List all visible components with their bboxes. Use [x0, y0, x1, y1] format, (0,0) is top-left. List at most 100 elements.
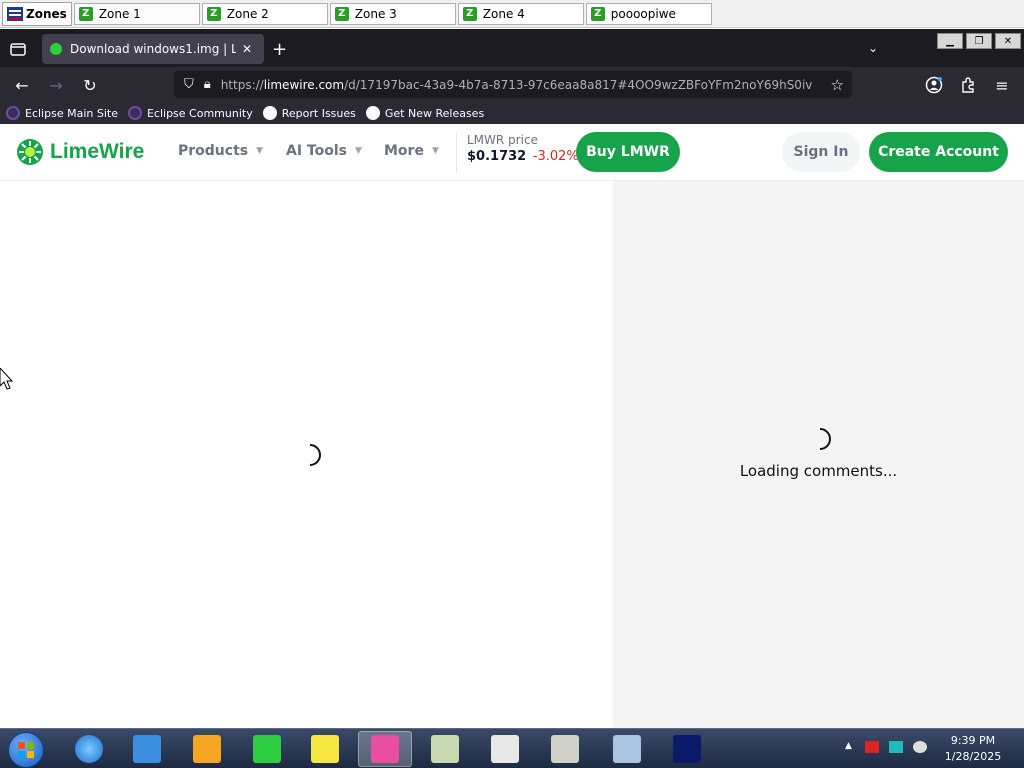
taskbar-app-window[interactable]: [478, 731, 532, 767]
tab-overview-icon[interactable]: [8, 39, 28, 59]
reload-icon[interactable]: ↻: [78, 73, 102, 97]
price-change: -3.02%: [532, 149, 579, 164]
close-tab-icon[interactable]: ✕: [242, 42, 252, 56]
browser-app-icon: [371, 735, 399, 763]
nav-ai-tools[interactable]: AI Tools ▼: [286, 143, 362, 159]
limewire-logo-icon: [17, 139, 43, 165]
menu-hamburger-icon[interactable]: ≡: [990, 73, 1014, 97]
bookmark-get-new-releases[interactable]: Get New Releases: [365, 106, 485, 120]
pencil-app-icon: [311, 735, 339, 763]
bookmark-eclipse-community[interactable]: Eclipse Community: [127, 106, 253, 120]
taskbar-clock[interactable]: 9:39 PM 1/28/2025: [940, 733, 1006, 765]
music-app-icon: [431, 735, 459, 763]
close-window-button[interactable]: ✕: [995, 33, 1021, 49]
zone-tab-1[interactable]: Z Zone 1: [73, 2, 200, 25]
taskbar-firefox-active[interactable]: [358, 731, 412, 767]
start-button[interactable]: [8, 732, 44, 768]
taskbar-app-arrow[interactable]: [660, 731, 714, 767]
taskbar-app-printer[interactable]: [538, 731, 592, 767]
list-tabs-chevron-icon[interactable]: ⌄: [868, 41, 878, 55]
create-account-button[interactable]: Create Account: [869, 132, 1008, 172]
bookmark-report-issues[interactable]: Report Issues: [262, 106, 356, 120]
zone-icon: Z: [462, 6, 477, 21]
zone-tab-label: Zone 3: [354, 6, 397, 21]
url-bar[interactable]: ⛉ 🔒︎ https://limewire.com/d/17197bac-43a…: [174, 71, 852, 98]
bookmark-eclipse-main[interactable]: Eclipse Main Site: [6, 106, 118, 120]
nav-more[interactable]: More ▼: [384, 143, 439, 159]
zones-icon: [7, 6, 23, 21]
bookmarks-toolbar: Eclipse Main Site Eclipse Community Repo…: [0, 102, 1024, 124]
site-header: LimeWire Products ▼ AI Tools ▼ More ▼ LMWR …: [0, 124, 1024, 181]
nav-products[interactable]: Products ▼: [178, 143, 263, 159]
tab-title: Download windows1.img | LimeWire: [70, 42, 236, 56]
taskbar-file-explorer[interactable]: [120, 731, 174, 767]
bookmark-label: Eclipse Main Site: [25, 106, 118, 120]
computer-app-icon: [613, 735, 641, 763]
restore-button[interactable]: ❐: [966, 33, 992, 49]
sign-in-button[interactable]: Sign In: [782, 132, 860, 172]
window-app-icon: [491, 735, 519, 763]
nav-label: AI Tools: [286, 143, 347, 159]
taskbar-app-edit[interactable]: [298, 731, 352, 767]
zone-tab-label: poooopiwe: [610, 6, 676, 21]
minimize-button[interactable]: ▁: [937, 33, 963, 49]
zone-icon: Z: [334, 6, 349, 21]
zone-tab-label: Zone 4: [482, 6, 525, 21]
loading-comments-text: Loading comments...: [739, 462, 898, 480]
clock-date: 1/28/2025: [944, 750, 1002, 763]
extensions-icon[interactable]: [956, 73, 980, 97]
github-icon: [262, 106, 277, 120]
url-text: https://limewire.com/d/17197bac-43a9-4b7…: [220, 77, 813, 92]
volume-icon[interactable]: [913, 741, 927, 753]
show-hidden-icons-icon[interactable]: ▲: [845, 741, 855, 753]
taskbar-media-player[interactable]: [180, 731, 234, 767]
price-label: LMWR price: [467, 133, 538, 147]
limewire-favicon-icon: [50, 43, 62, 55]
forward-arrow-icon[interactable]: →: [44, 73, 68, 97]
windows-taskbar: ▲ 9:39 PM 1/28/2025: [0, 728, 1024, 768]
eclipse-icon: [6, 106, 20, 120]
taskbar-app-music[interactable]: [418, 731, 472, 767]
shield-icon[interactable]: ⛉: [184, 77, 194, 92]
network-icon[interactable]: [889, 741, 903, 753]
chevron-down-icon: ▼: [256, 146, 264, 156]
nav-label: Products: [178, 143, 249, 159]
back-arrow-icon[interactable]: ←: [10, 73, 34, 97]
bookmark-star-icon[interactable]: ☆: [831, 76, 844, 94]
new-tab-button[interactable]: +: [272, 39, 287, 60]
zone-tab-2[interactable]: Z Zone 2: [201, 2, 328, 25]
account-icon[interactable]: [922, 73, 946, 97]
loading-spinner-icon: [309, 444, 321, 466]
price-value: $0.1732: [467, 149, 527, 164]
bookmark-label: Get New Releases: [384, 106, 485, 120]
windows-logo-icon: [18, 742, 34, 758]
zone-tab-label: Zone 2: [226, 6, 269, 21]
taskbar-app-xff[interactable]: [240, 731, 294, 767]
browser-navbar: ← → ↻ ⛉ 🔒︎ https://limewire.com/d/17197b…: [0, 67, 1024, 102]
zones-toolbar: Zones Z Zone 1 Z Zone 2 Z Zone 3 Z Zone 4 Zp…: [0, 0, 1024, 28]
zone-tab-4[interactable]: Z Zone 4: [457, 2, 584, 25]
zone-tab-5[interactable]: Zpoooopiwe: [585, 2, 712, 25]
arrow-app-icon: [673, 735, 701, 763]
lmwr-price-widget: LMWR price $0.1732 -3.02%: [456, 133, 579, 173]
zone-icon: Z: [78, 6, 93, 21]
buy-lmwr-button[interactable]: Buy LMWR: [576, 132, 680, 172]
zone-tab-3[interactable]: Z Zone 3: [329, 2, 456, 25]
bookmark-label: Eclipse Community: [146, 106, 253, 120]
lock-icon[interactable]: 🔒︎: [204, 77, 211, 92]
flag-icon[interactable]: [865, 741, 879, 753]
zone-icon: Z: [590, 6, 605, 21]
browser-tab-active[interactable]: Download windows1.img | LimeWire ✕: [42, 34, 264, 64]
internet-explorer-icon: [75, 735, 103, 763]
media-player-icon: [193, 735, 221, 763]
file-preview-pane: [0, 181, 613, 728]
chevron-down-icon: ▼: [354, 146, 362, 156]
taskbar-internet-explorer[interactable]: [62, 731, 116, 767]
loading-spinner-icon: [819, 428, 831, 450]
limewire-logo[interactable]: LimeWire: [16, 138, 144, 166]
xff-app-icon: [253, 735, 281, 763]
zone-tab-label: Zone 1: [98, 6, 141, 21]
zones-menu-button[interactable]: Zones: [2, 1, 72, 26]
price-value-row: $0.1732 -3.02%: [467, 149, 579, 164]
taskbar-app-computer[interactable]: [600, 731, 654, 767]
